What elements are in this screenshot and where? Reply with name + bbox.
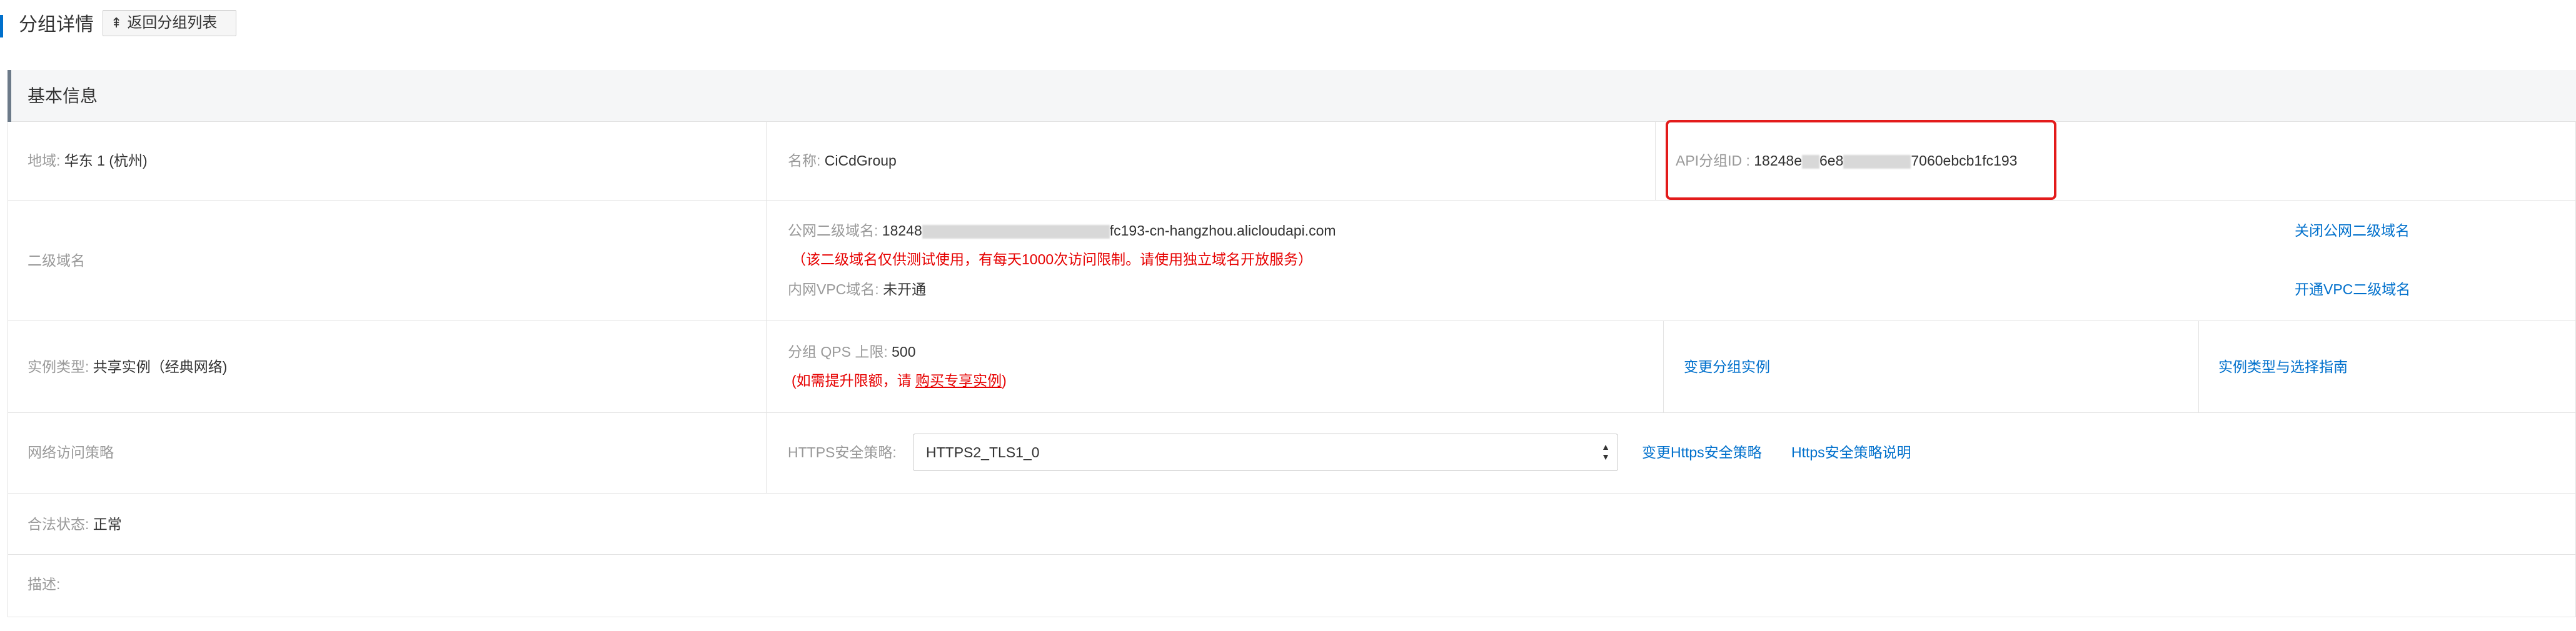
vpc-domain-field: 内网VPC域名: 未开通 <box>788 280 926 299</box>
qps-note-prefix: (如需提升限额，请 <box>792 372 916 389</box>
https-policy-select[interactable]: HTTPS2_TLS1_0 ▲ ▼ <box>913 434 1618 471</box>
header-accent-bar <box>0 15 3 37</box>
change-https-policy-link[interactable]: 变更Https安全策略 <box>1642 443 1762 462</box>
subdomain-label: 二级域名 <box>28 252 85 269</box>
page-title: 分组详情 <box>19 14 94 35</box>
back-to-group-list-button[interactable]: ⇞ 返回分组列表 <box>103 10 236 36</box>
column-divider <box>2198 320 2199 412</box>
row-divider <box>8 412 2576 413</box>
name-label: 名称: <box>788 152 821 169</box>
basic-info-panel <box>8 70 2576 617</box>
close-public-subdomain-link[interactable]: 关闭公网二级域名 <box>2295 221 2410 240</box>
network-policy-label: 网络访问策略 <box>28 444 114 460</box>
section-header-accent <box>8 70 11 122</box>
public-subdomain-prefix: 18248 <box>882 222 922 239</box>
name-field: 名称: CiCdGroup <box>788 151 897 170</box>
back-button-label: 返回分组列表 <box>127 14 218 31</box>
row-divider <box>8 554 2576 555</box>
qps-note: (如需提升限额，请 购买专享实例) <box>792 371 1007 390</box>
https-policy-doc-link[interactable]: Https安全策略说明 <box>1791 443 1911 462</box>
public-subdomain-label: 公网二级域名: <box>788 222 878 239</box>
public-subdomain-note: （该二级域名仅供测试使用，有每天1000次访问限制。请使用独立域名开放服务） <box>792 251 1313 267</box>
open-vpc-subdomain-link[interactable]: 开通VPC二级域名 <box>2295 280 2410 299</box>
row-divider <box>8 200 2576 201</box>
https-policy-label: HTTPS安全策略: <box>788 444 897 460</box>
column-divider <box>1655 122 1656 200</box>
column-divider <box>766 122 767 493</box>
redaction <box>922 224 1110 239</box>
public-subdomain-suffix: fc193-cn-hangzhou.alicloudapi.com <box>1109 222 1336 239</box>
name-value: CiCdGroup <box>824 152 897 169</box>
instance-type-label: 实例类型: <box>28 359 89 375</box>
legal-status-label: 合法状态: <box>28 516 89 532</box>
qps-field: 分组 QPS 上限: 500 <box>788 342 916 361</box>
highlight-box <box>1666 120 2056 200</box>
select-updown-icon: ▲ ▼ <box>1601 442 1610 462</box>
public-subdomain-field: 公网二级域名: 18248 fc193-cn-hangzhou.aliclouda… <box>788 221 1336 240</box>
vpc-domain-label: 内网VPC域名: <box>788 281 879 297</box>
row-divider <box>8 320 2576 321</box>
region-value: 华东 1 (杭州) <box>64 152 148 169</box>
instance-type-field: 实例类型: 共享实例（经典网络) <box>28 357 227 376</box>
qps-value: 500 <box>892 344 916 360</box>
region-label: 地域: <box>28 152 61 169</box>
instance-type-guide-link[interactable]: 实例类型与选择指南 <box>2218 357 2348 376</box>
row-divider <box>8 493 2576 494</box>
qps-label: 分组 QPS 上限: <box>788 344 888 360</box>
section-header <box>8 70 2576 122</box>
vpc-domain-value: 未开通 <box>883 281 927 297</box>
description-label: 描述: <box>28 576 61 592</box>
buy-dedicated-instance-link[interactable]: 购买专享实例 <box>915 372 1002 389</box>
section-title: 基本信息 <box>28 86 98 106</box>
region-field: 地域: 华东 1 (杭州) <box>28 151 148 170</box>
legal-status-field: 合法状态: 正常 <box>28 515 122 534</box>
https-policy-selected-value: HTTPS2_TLS1_0 <box>926 444 1040 460</box>
change-group-instance-link[interactable]: 变更分组实例 <box>1684 357 1770 376</box>
instance-type-value: 共享实例（经典网络) <box>93 359 228 375</box>
qps-note-suffix: ) <box>1002 372 1007 389</box>
upload-arrow-icon: ⇞ <box>111 15 123 31</box>
legal-status-value: 正常 <box>93 516 122 532</box>
column-divider <box>1663 320 1664 412</box>
